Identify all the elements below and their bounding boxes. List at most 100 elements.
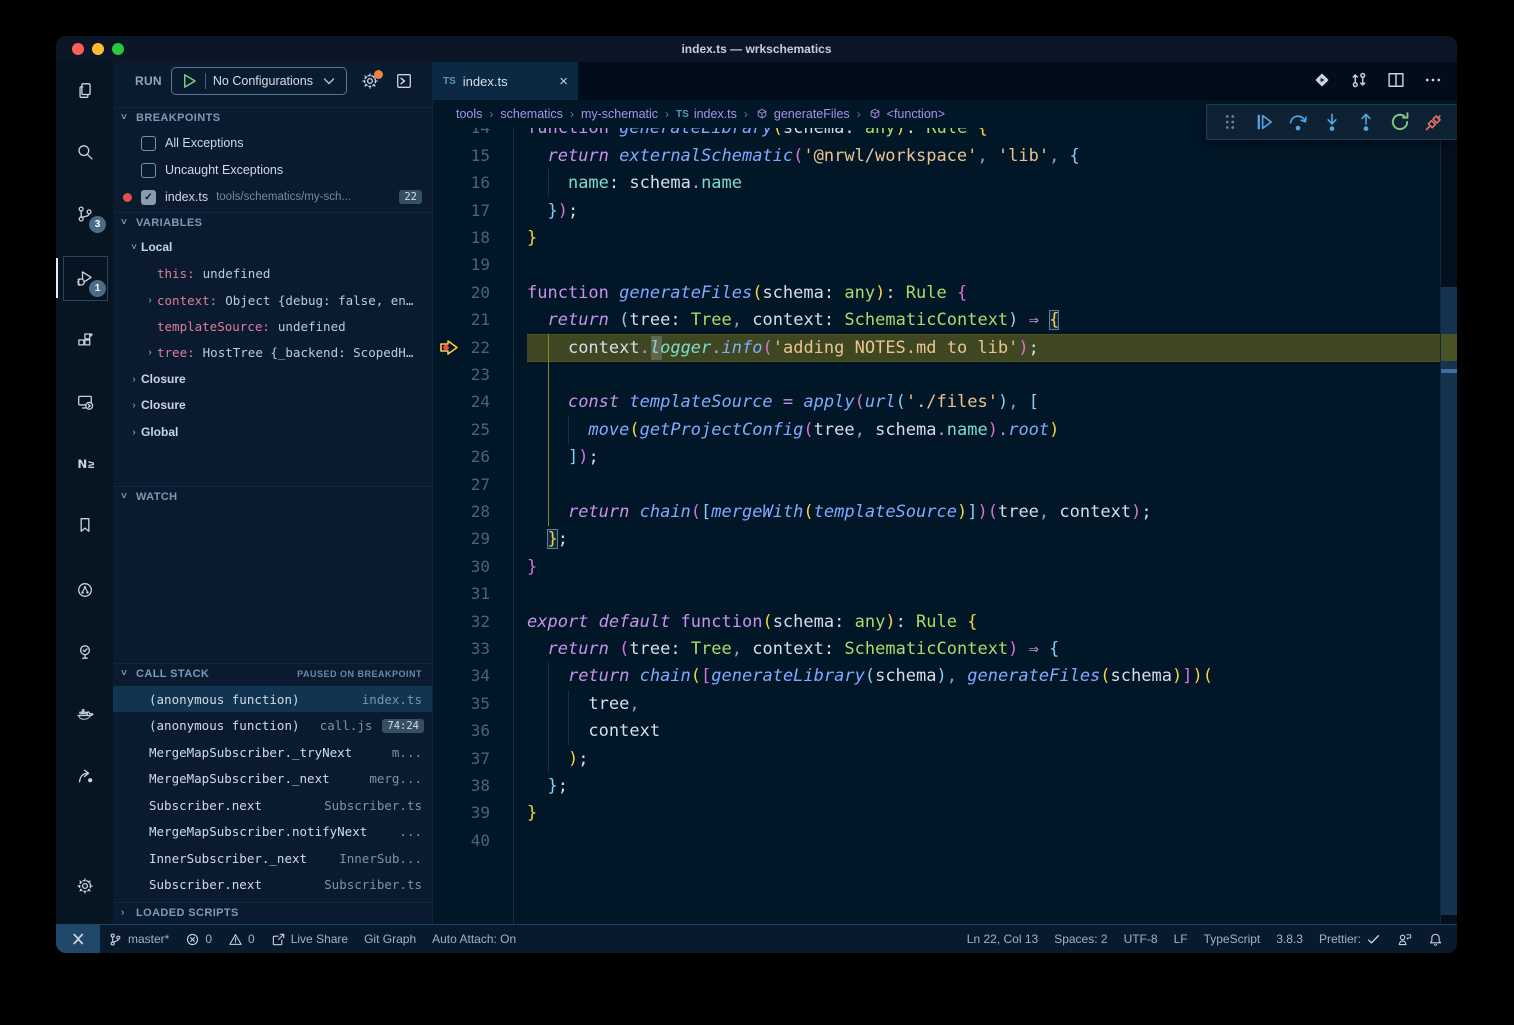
line-number[interactable]: 14 <box>433 128 490 142</box>
line-number[interactable]: 37 <box>433 745 490 773</box>
minimize-window-button[interactable] <box>92 43 104 55</box>
code-line-39[interactable]: 39} <box>433 799 1457 827</box>
code-line-21[interactable]: 21 return (tree: Tree, context: Schemati… <box>433 306 1457 334</box>
code-line-28[interactable]: 28 return chain([mergeWith(templateSourc… <box>433 498 1457 526</box>
code-line-16[interactable]: 16 name: schema.name <box>433 169 1457 197</box>
line-number[interactable]: 33 <box>433 635 490 663</box>
code-line-37[interactable]: 37 ); <box>433 745 1457 773</box>
code-line-32[interactable]: 32export default function(schema: any): … <box>433 608 1457 636</box>
cube-icon[interactable] <box>755 107 769 121</box>
code-line-25[interactable]: 25 move(getProjectConfig(tree, schema.na… <box>433 416 1457 444</box>
debug-breakpoint-current-arrow-icon[interactable] <box>439 339 459 361</box>
section-header-breakpoints[interactable]: ˅BREAKPOINTS <box>113 107 432 127</box>
close-window-button[interactable] <box>72 43 84 55</box>
breadcrumb-item-3[interactable]: my-schematic <box>581 107 658 121</box>
line-number[interactable]: 21 <box>433 306 490 334</box>
statusbar-language-mode[interactable]: TypeScript <box>1196 925 1269 953</box>
line-number[interactable]: 15 <box>433 142 490 170</box>
debug-console-button[interactable] <box>395 72 413 90</box>
breadcrumb-item-1[interactable]: tools <box>456 107 482 121</box>
configuration-dropdown[interactable]: No Configurations <box>213 74 313 88</box>
activity-item-source-control[interactable]: 3 <box>56 190 113 238</box>
breakpoint-row[interactable]: Uncaught Exceptions <box>113 158 432 182</box>
code-line-17[interactable]: 17 }); <box>433 197 1457 225</box>
line-number[interactable]: 40 <box>433 827 490 855</box>
statusbar-encoding[interactable]: UTF-8 <box>1116 925 1166 953</box>
step-out-button[interactable] <box>1355 111 1377 133</box>
breakpoint-row[interactable]: ✓index.tstools/schematics/my-sch...22 <box>113 185 432 209</box>
code-line-19[interactable]: 19 <box>433 251 1457 279</box>
code-line-30[interactable]: 30} <box>433 553 1457 581</box>
check-icon[interactable] <box>1366 932 1381 947</box>
variable-row[interactable]: this:undefined <box>113 261 432 285</box>
section-header-call-stack[interactable]: ˅CALL STACKPAUSED ON BREAKPOINT <box>113 663 432 683</box>
code-line-34[interactable]: 34 return chain([generateLibrary(schema)… <box>433 662 1457 690</box>
activity-item-nx-console[interactable]: N≥ <box>56 440 113 488</box>
breakpoint-row[interactable]: All Exceptions <box>113 131 432 155</box>
variable-row[interactable]: ›Closure <box>113 367 432 391</box>
diamond-play-icon[interactable] <box>1312 70 1332 90</box>
call-stack-frame[interactable]: (anonymous function)index.ts <box>113 686 432 712</box>
start-debugging-icon[interactable] <box>180 72 198 90</box>
warning-icon[interactable] <box>228 932 243 947</box>
code-line-27[interactable]: 27 <box>433 471 1457 499</box>
activity-item-search[interactable] <box>56 128 113 176</box>
breadcrumb-item-2[interactable]: schematics <box>500 107 563 121</box>
variable-row[interactable]: ˅Local <box>113 235 432 259</box>
activity-item-remote-explorer[interactable] <box>56 378 113 426</box>
code-line-36[interactable]: 36 context <box>433 717 1457 745</box>
restart-button[interactable] <box>1389 111 1411 133</box>
breakpoint-checkbox[interactable] <box>141 136 156 151</box>
line-number[interactable]: 24 <box>433 388 490 416</box>
variable-row[interactable]: ›Closure <box>113 393 432 417</box>
drag-handle-button[interactable] <box>1219 111 1241 133</box>
cube-icon[interactable] <box>868 107 882 121</box>
breadcrumb-item-4[interactable]: TSindex.ts <box>676 107 737 121</box>
statusbar-auto-attach[interactable]: Auto Attach: On <box>424 925 524 953</box>
statusbar-errors[interactable]: 0 <box>177 925 220 953</box>
disconnect-button[interactable] <box>1423 111 1445 133</box>
statusbar-warnings[interactable]: 0 <box>220 925 263 953</box>
call-stack-frame[interactable]: Subscriber.nextSubscriber.ts <box>113 872 432 898</box>
line-number[interactable]: 27 <box>433 471 490 499</box>
section-header-variables[interactable]: ˅VARIABLES <box>113 212 432 232</box>
split-editor-icon[interactable] <box>1386 70 1406 90</box>
variable-row[interactable]: ›context:Object {debug: false, en… <box>113 288 432 312</box>
call-stack-frame[interactable]: Subscriber.nextSubscriber.ts <box>113 792 432 818</box>
line-number[interactable]: 39 <box>433 799 490 827</box>
breakpoint-checkbox[interactable]: ✓ <box>141 190 156 205</box>
code-line-20[interactable]: 20function generateFiles(schema: any): R… <box>433 279 1457 307</box>
line-number[interactable]: 34 <box>433 662 490 690</box>
line-number[interactable]: 23 <box>433 361 490 389</box>
launch-configuration-picker[interactable]: No Configurations <box>171 67 347 95</box>
code-line-33[interactable]: 33 return (tree: Tree, context: Schemati… <box>433 635 1457 663</box>
line-number[interactable]: 20 <box>433 279 490 307</box>
statusbar-notifications[interactable] <box>1420 925 1451 953</box>
code-line-38[interactable]: 38 }; <box>433 772 1457 800</box>
variable-row[interactable]: ›tree:HostTree {_backend: ScopedH… <box>113 340 432 364</box>
statusbar-git-branch[interactable]: master* <box>100 925 177 953</box>
activity-item-bookmarks[interactable] <box>56 501 113 549</box>
activity-item-explorer[interactable] <box>56 66 113 114</box>
continue-button[interactable] <box>1253 111 1275 133</box>
activity-item-test-explorer[interactable] <box>56 628 113 676</box>
code-line-26[interactable]: 26 ]); <box>433 443 1457 471</box>
zoom-window-button[interactable] <box>112 43 124 55</box>
activity-item-git-graph[interactable] <box>56 566 113 614</box>
line-number[interactable]: 28 <box>433 498 490 526</box>
statusbar-ts-version[interactable]: 3.8.3 <box>1268 925 1311 953</box>
statusbar-live-share[interactable]: Live Share <box>263 925 356 953</box>
feedback-icon[interactable] <box>1397 932 1412 947</box>
breakpoint-checkbox[interactable] <box>141 163 156 178</box>
call-stack-frame[interactable]: MergeMapSubscriber.notifyNext... <box>113 819 432 845</box>
section-header-watch[interactable]: ˅WATCH <box>113 486 432 506</box>
step-into-button[interactable] <box>1321 111 1343 133</box>
activity-item-live-share[interactable] <box>56 752 113 800</box>
code-line-22[interactable]: 22 context.logger.info('adding NOTES.md … <box>433 334 1457 362</box>
statusbar-eol[interactable]: LF <box>1166 925 1196 953</box>
line-number[interactable]: 29 <box>433 525 490 553</box>
statusbar-git-graph[interactable]: Git Graph <box>356 925 424 953</box>
call-stack-frame[interactable]: (anonymous function)call.js74:24 <box>113 713 432 739</box>
variable-row[interactable]: ›Global <box>113 420 432 444</box>
variable-row[interactable]: templateSource:undefined <box>113 314 432 338</box>
